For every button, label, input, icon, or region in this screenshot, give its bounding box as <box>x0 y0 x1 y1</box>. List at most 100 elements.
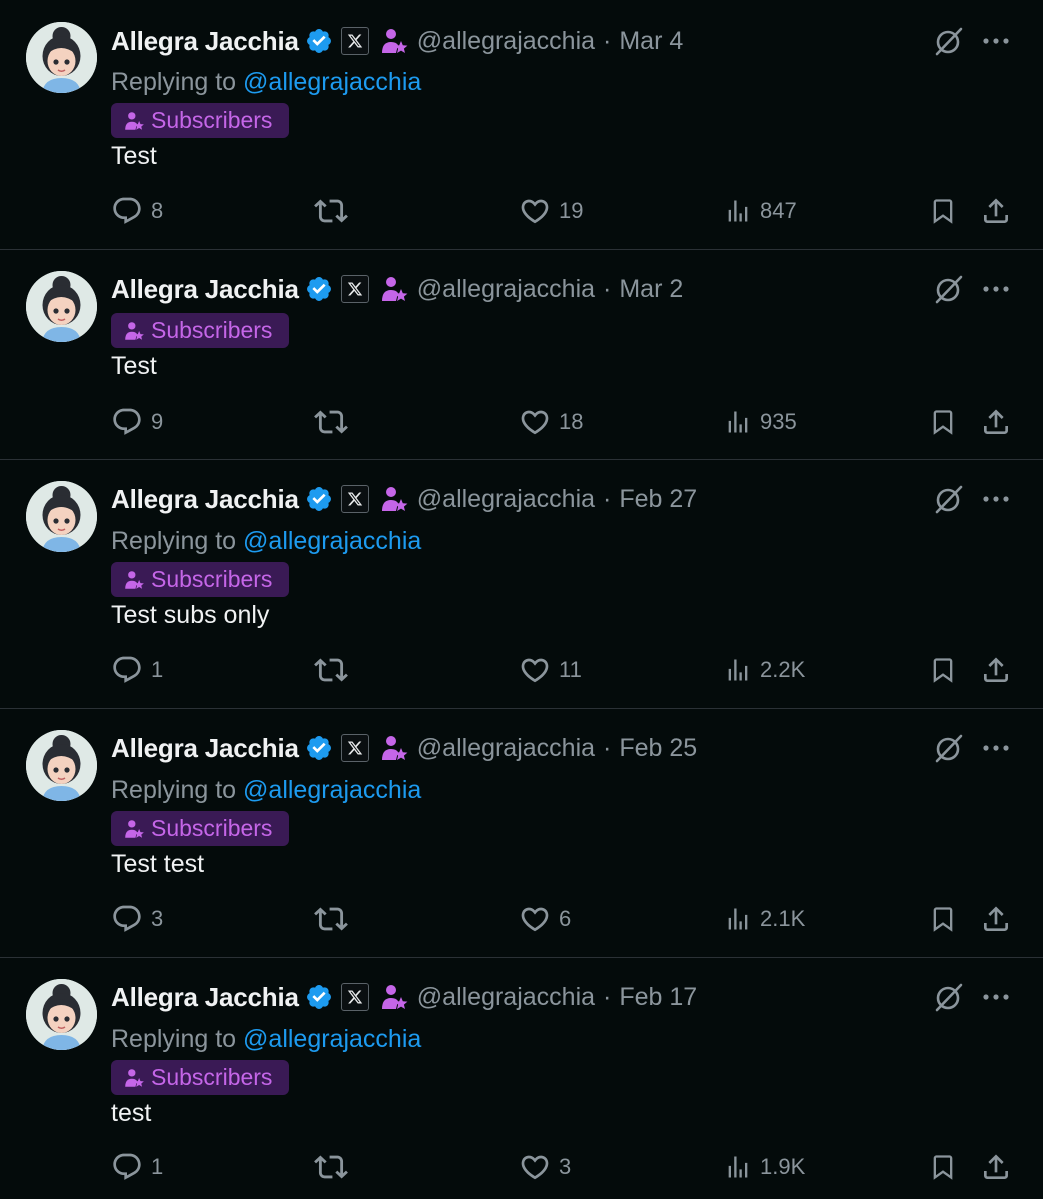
post-date[interactable]: Mar 2 <box>619 275 683 304</box>
views-button[interactable]: 2.2K <box>724 653 805 687</box>
separator: · <box>603 26 612 55</box>
post[interactable]: Allegra Jacchia @allegrajacchia · Feb 25… <box>0 709 1043 957</box>
author-name[interactable]: Allegra Jacchia <box>111 484 299 515</box>
reply-button[interactable]: 1 <box>111 1150 163 1184</box>
verified-badge-icon[interactable] <box>305 275 333 303</box>
bookmark-button[interactable] <box>929 653 957 687</box>
share-icon <box>984 1154 1008 1179</box>
views-button[interactable]: 847 <box>724 194 797 228</box>
like-count: 3 <box>559 1154 572 1179</box>
author-name[interactable]: Allegra Jacchia <box>111 26 299 57</box>
views-button[interactable]: 2.1K <box>724 902 805 936</box>
author-name[interactable]: Allegra Jacchia <box>111 274 299 305</box>
x-affiliate-badge-icon[interactable] <box>340 485 369 513</box>
grok-icon[interactable] <box>933 25 965 57</box>
grok-icon[interactable] <box>933 483 965 515</box>
repost-button[interactable] <box>314 902 356 936</box>
replying-to-mention[interactable]: @allegrajacchia <box>243 527 421 555</box>
reply-button[interactable]: 1 <box>111 653 163 687</box>
reply-button[interactable]: 9 <box>111 405 163 439</box>
bookmark-button[interactable] <box>929 902 957 936</box>
post-date[interactable]: Feb 17 <box>619 983 697 1012</box>
share-button[interactable] <box>980 653 1012 687</box>
author-handle[interactable]: @allegrajacchia <box>417 734 595 763</box>
replying-to: Replying to @allegrajacchia <box>111 1025 421 1054</box>
post-date[interactable]: Mar 4 <box>619 27 683 56</box>
avatar-image <box>26 22 97 93</box>
x-affiliate-badge-icon[interactable] <box>340 275 369 303</box>
bookmark-button[interactable] <box>929 194 957 228</box>
more-icon[interactable] <box>981 25 1011 57</box>
verified-badge-icon[interactable] <box>305 983 333 1011</box>
post-date[interactable]: Feb 25 <box>619 734 697 763</box>
reply-count: 1 <box>151 1154 164 1179</box>
grok-icon[interactable] <box>933 981 965 1013</box>
post[interactable]: Allegra Jacchia @allegrajacchia · Mar 4 … <box>0 0 1043 249</box>
repost-button[interactable] <box>314 1150 356 1184</box>
subscribers-badge: Subscribers <box>111 811 289 846</box>
like-button[interactable]: 18 <box>519 405 583 439</box>
avatar[interactable] <box>26 22 97 93</box>
replying-to-label: Replying to <box>111 1025 237 1053</box>
grok-icon[interactable] <box>933 273 965 305</box>
author-name[interactable]: Allegra Jacchia <box>111 982 299 1013</box>
share-button[interactable] <box>980 1150 1012 1184</box>
post[interactable]: Allegra Jacchia @allegrajacchia · Feb 27… <box>0 460 1043 708</box>
post-header: Allegra Jacchia @allegrajacchia · Feb 25 <box>111 732 697 764</box>
post[interactable]: Allegra Jacchia @allegrajacchia · Feb 17… <box>0 958 1043 1199</box>
repost-button[interactable] <box>314 653 356 687</box>
more-icon[interactable] <box>981 981 1011 1013</box>
post-text: test <box>111 1099 152 1127</box>
like-button[interactable]: 11 <box>519 653 582 687</box>
like-button[interactable]: 3 <box>519 1150 571 1184</box>
reply-button[interactable]: 8 <box>111 194 163 228</box>
like-count: 6 <box>559 906 572 931</box>
share-button[interactable] <box>980 194 1012 228</box>
replying-to: Replying to @allegrajacchia <box>111 527 421 556</box>
bookmark-button[interactable] <box>929 1150 957 1184</box>
replying-to-mention[interactable]: @allegrajacchia <box>243 776 421 804</box>
avatar[interactable] <box>26 481 97 552</box>
post-header: Allegra Jacchia @allegrajacchia · Feb 27 <box>111 483 697 515</box>
verified-badge-icon[interactable] <box>305 485 333 513</box>
post-text: Test test <box>111 850 205 878</box>
subscriber-icon <box>125 111 144 130</box>
author-name[interactable]: Allegra Jacchia <box>111 733 299 764</box>
share-button[interactable] <box>980 405 1012 439</box>
reply-button[interactable]: 3 <box>111 902 163 936</box>
author-handle[interactable]: @allegrajacchia <box>417 27 595 56</box>
views-button[interactable]: 935 <box>724 405 797 439</box>
verified-badge-icon[interactable] <box>305 734 333 762</box>
x-affiliate-badge-icon[interactable] <box>340 983 369 1011</box>
like-count: 11 <box>559 657 582 682</box>
reply-count: 3 <box>151 906 164 931</box>
bookmark-button[interactable] <box>929 405 957 439</box>
like-button[interactable]: 19 <box>519 194 583 228</box>
x-affiliate-badge-icon[interactable] <box>340 27 369 55</box>
views-count: 935 <box>760 409 797 434</box>
avatar[interactable] <box>26 979 97 1050</box>
grok-icon[interactable] <box>933 732 965 764</box>
views-count: 1.9K <box>760 1154 806 1179</box>
author-handle[interactable]: @allegrajacchia <box>417 275 595 304</box>
replying-to-mention[interactable]: @allegrajacchia <box>243 1025 421 1053</box>
verified-badge-icon[interactable] <box>305 27 333 55</box>
post[interactable]: Allegra Jacchia @allegrajacchia · Mar 2 … <box>0 250 1043 459</box>
like-button[interactable]: 6 <box>519 902 571 936</box>
author-handle[interactable]: @allegrajacchia <box>417 983 595 1012</box>
share-button[interactable] <box>980 902 1012 936</box>
repost-button[interactable] <box>314 405 356 439</box>
more-icon[interactable] <box>981 273 1011 305</box>
more-icon[interactable] <box>981 483 1011 515</box>
more-icon[interactable] <box>981 732 1011 764</box>
author-handle[interactable]: @allegrajacchia <box>417 485 595 514</box>
views-button[interactable]: 1.9K <box>724 1150 805 1184</box>
replying-to: Replying to @allegrajacchia <box>111 776 421 805</box>
reply-icon <box>113 905 141 932</box>
post-date[interactable]: Feb 27 <box>619 485 697 514</box>
avatar[interactable] <box>26 271 97 342</box>
replying-to-mention[interactable]: @allegrajacchia <box>243 68 421 96</box>
avatar[interactable] <box>26 730 97 801</box>
repost-button[interactable] <box>314 194 356 228</box>
x-affiliate-badge-icon[interactable] <box>340 734 369 762</box>
